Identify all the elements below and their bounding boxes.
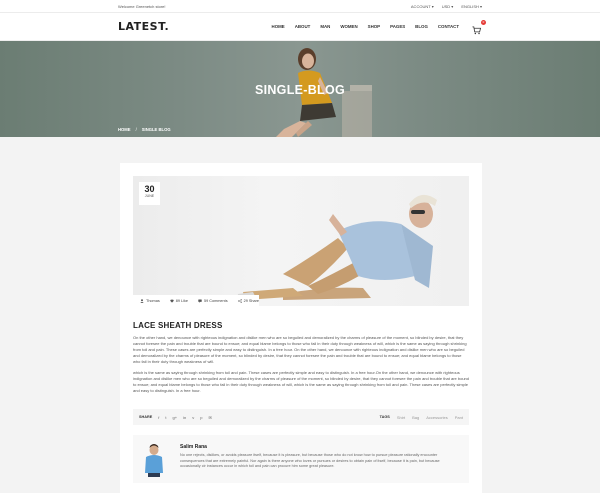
breadcrumb-separator: /	[135, 127, 137, 132]
nav-about[interactable]: ABOUT	[290, 24, 316, 29]
nav-shop[interactable]: SHOP	[363, 24, 385, 29]
share-tags-bar: SHARE f t g+ in v p ✉ TAGS Shirt Bag Acc…	[133, 409, 469, 425]
main-nav: LATEST. HOME ABOUT MAN WOMEN SHOP PAGES …	[0, 13, 600, 41]
tag-bag[interactable]: Bag	[412, 415, 419, 420]
google-plus-icon[interactable]: g+	[173, 415, 178, 420]
comments-count: 59 Comments	[203, 298, 228, 303]
twitter-icon[interactable]: t	[165, 415, 166, 420]
post-paragraph-2: which is the same as saying through shri…	[133, 370, 469, 393]
post-title: LACE SHEATH DRESS	[133, 321, 223, 330]
nav-women[interactable]: WOMEN	[335, 24, 362, 29]
date-day: 30	[144, 184, 155, 194]
tag-pant[interactable]: Pant	[455, 415, 463, 420]
vimeo-icon[interactable]: v	[192, 415, 194, 420]
meta-likes[interactable]: 89 Like	[170, 299, 188, 303]
post-paragraph-1: On the other hand, we denounce with righ…	[133, 335, 467, 364]
author-bio: No one rejects, dislikes, or avoids plea…	[180, 453, 440, 469]
nav-man[interactable]: MAN	[315, 24, 335, 29]
nav-contact[interactable]: CONTACT	[433, 24, 464, 29]
post-date-badge: 30 JUNE	[139, 182, 160, 205]
meta-comments[interactable]: 59 Comments	[198, 299, 228, 303]
language-dropdown[interactable]: ENGLISH	[461, 4, 482, 9]
comment-icon	[198, 299, 202, 303]
author-box: Salim Rana No one rejects, dislikes, or …	[133, 435, 469, 483]
share-label: SHARE	[139, 415, 153, 419]
cart-count-badge: 0	[481, 19, 486, 25]
blog-post-card: 30 JUNE Thomas 89 Like 59 Comments 29 Sh…	[120, 163, 482, 493]
logo[interactable]: LATEST.	[118, 20, 169, 33]
author-name-heading[interactable]: Salim Rana	[180, 444, 207, 450]
share-icon	[237, 298, 242, 303]
tags-label: TAGS	[379, 415, 390, 419]
post-photo-illustration	[237, 194, 437, 301]
hero-banner: SINGLE-BLOG HOME / SINGLE BLOG	[0, 41, 600, 137]
breadcrumb: HOME / SINGLE BLOG	[118, 127, 171, 132]
page-title: SINGLE-BLOG	[254, 83, 346, 97]
post-image: 30 JUNE	[133, 176, 469, 306]
top-bar: Welcome Greenetch store! ACCOUNT USD ENG…	[0, 0, 600, 13]
nav-blog[interactable]: BLOG	[410, 24, 433, 29]
tag-accessories[interactable]: Accessories	[426, 415, 448, 420]
breadcrumb-current: SINGLE BLOG	[141, 127, 171, 132]
meta-shares[interactable]: 29 Share	[237, 298, 260, 303]
user-icon	[140, 298, 144, 303]
linkedin-icon[interactable]: in	[183, 415, 186, 420]
currency-dropdown[interactable]: USD	[442, 4, 454, 9]
facebook-icon[interactable]: f	[158, 415, 159, 420]
tag-shirt[interactable]: Shirt	[397, 415, 405, 420]
author-avatar	[145, 444, 163, 477]
author-name: Thomas	[146, 298, 160, 303]
cart-icon	[472, 25, 482, 34]
account-dropdown[interactable]: ACCOUNT	[411, 4, 434, 9]
shares-count: 29 Share	[243, 298, 260, 303]
welcome-text: Welcome Greenetch store!	[118, 3, 166, 9]
meta-author[interactable]: Thomas	[140, 299, 160, 303]
pinterest-icon[interactable]: p	[200, 415, 202, 420]
cart-button[interactable]: 0	[472, 19, 486, 34]
heart-icon	[170, 299, 174, 303]
nav-home[interactable]: HOME	[267, 24, 290, 29]
nav-pages[interactable]: PAGES	[385, 24, 410, 29]
date-month: JUNE	[144, 194, 155, 198]
mail-icon[interactable]: ✉	[208, 415, 211, 420]
post-meta: Thomas 89 Like 59 Comments 29 Share	[133, 295, 260, 306]
likes-count: 89 Like	[175, 298, 188, 303]
breadcrumb-home[interactable]: HOME	[118, 127, 131, 132]
